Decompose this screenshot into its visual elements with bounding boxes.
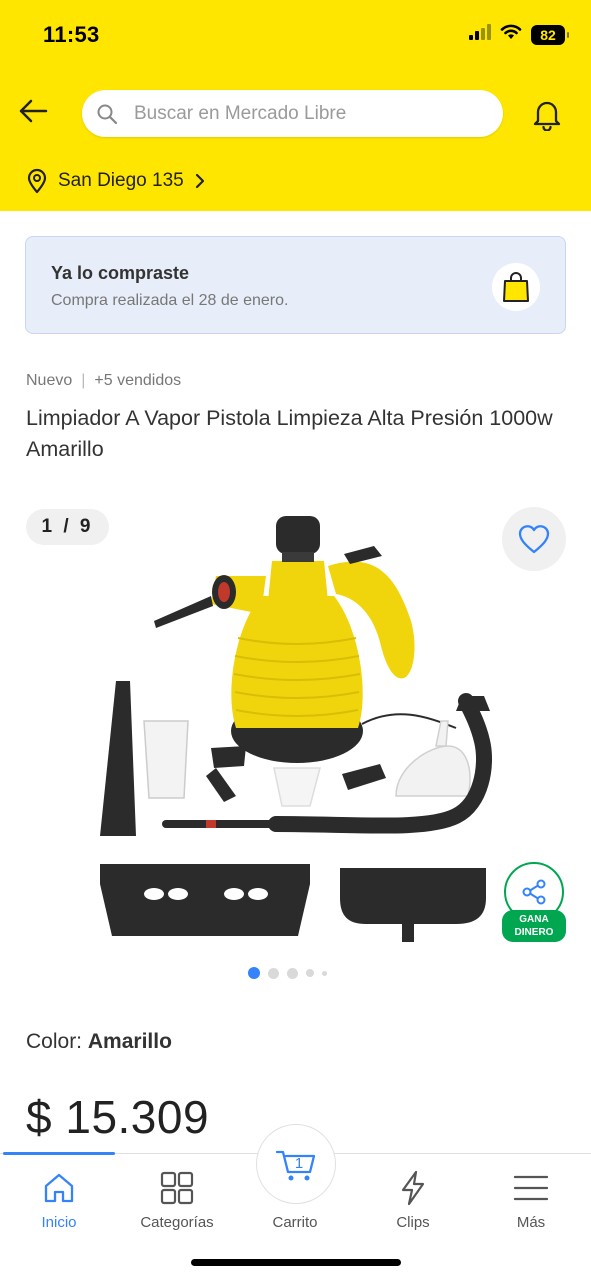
- grid-icon: [127, 1170, 227, 1206]
- product-gallery[interactable]: 1 / 9 GANA DINERO: [0, 500, 591, 950]
- search-input[interactable]: [134, 102, 474, 125]
- product-image[interactable]: [96, 506, 496, 946]
- nav-label: Carrito: [272, 1214, 318, 1231]
- nav-label: Más: [516, 1214, 546, 1231]
- shopping-bag-icon: [492, 263, 540, 311]
- home-indicator: [191, 1259, 401, 1266]
- wifi-icon: [500, 24, 522, 45]
- arrow-left-icon: [19, 99, 48, 123]
- search-icon: [97, 104, 118, 124]
- active-tab-indicator: [3, 1152, 115, 1155]
- lightning-icon: [363, 1170, 463, 1206]
- top-header: 11:53 82 Buscar en Mercado Libre San Die…: [0, 0, 591, 211]
- color-value: Amarillo: [87, 1030, 172, 1053]
- bell-icon: [533, 101, 561, 131]
- separator: |: [81, 372, 86, 389]
- status-icons: 82: [469, 24, 569, 45]
- nav-label: Inicio: [41, 1214, 77, 1231]
- nav-clips[interactable]: Clips: [363, 1170, 463, 1231]
- back-button[interactable]: [16, 94, 50, 128]
- share-earn-label: GANA DINERO: [502, 910, 566, 942]
- notifications-button[interactable]: [528, 95, 566, 133]
- carousel-dot: [322, 970, 327, 976]
- product-price: $ 15.309: [26, 1091, 210, 1143]
- favorite-button[interactable]: [502, 507, 566, 571]
- purchase-banner-subtitle: Compra realizada el 28 de enero.: [51, 292, 289, 309]
- nav-categorias[interactable]: Categorías: [127, 1170, 227, 1231]
- menu-icon: [481, 1170, 581, 1206]
- purchase-banner-title: Ya lo compraste: [51, 263, 190, 283]
- carousel-dot-active: [248, 967, 260, 979]
- battery-icon: 82: [531, 24, 569, 45]
- location-text: San Diego 135: [58, 170, 184, 191]
- purchase-banner[interactable]: Ya lo compraste Compra realizada el 28 d…: [25, 236, 566, 334]
- carousel-dot: [306, 969, 314, 977]
- carousel-dots: [248, 967, 327, 979]
- home-icon: [9, 1170, 109, 1206]
- color-selector[interactable]: Color: Amarillo: [26, 1030, 172, 1054]
- share-earn-button[interactable]: GANA DINERO: [502, 860, 566, 942]
- nav-label: Categorías: [140, 1214, 214, 1231]
- status-time: 11:53: [43, 22, 100, 47]
- nav-mas[interactable]: Más: [481, 1170, 581, 1231]
- color-label: Color:: [26, 1030, 83, 1053]
- nav-carrito[interactable]: Carrito: [245, 1170, 345, 1231]
- carousel-dot: [268, 967, 279, 979]
- condition-label: Nuevo: [26, 372, 73, 389]
- cart-spacer: [245, 1170, 345, 1206]
- location-pin-icon: [27, 168, 47, 194]
- nav-inicio[interactable]: Inicio: [9, 1170, 109, 1231]
- chevron-right-icon: [195, 173, 204, 189]
- sold-count: +5 vendidos: [94, 372, 182, 389]
- product-title: Limpiador A Vapor Pistola Limpieza Alta …: [26, 406, 553, 461]
- nav-label: Clips: [396, 1214, 430, 1231]
- signal-icon: [469, 24, 491, 45]
- heart-icon: [518, 525, 550, 554]
- search-bar[interactable]: [82, 90, 503, 137]
- shipping-location[interactable]: San Diego 135: [26, 168, 206, 194]
- carousel-dot: [287, 967, 298, 979]
- product-condition-row: Nuevo | +5 vendidos: [26, 372, 181, 390]
